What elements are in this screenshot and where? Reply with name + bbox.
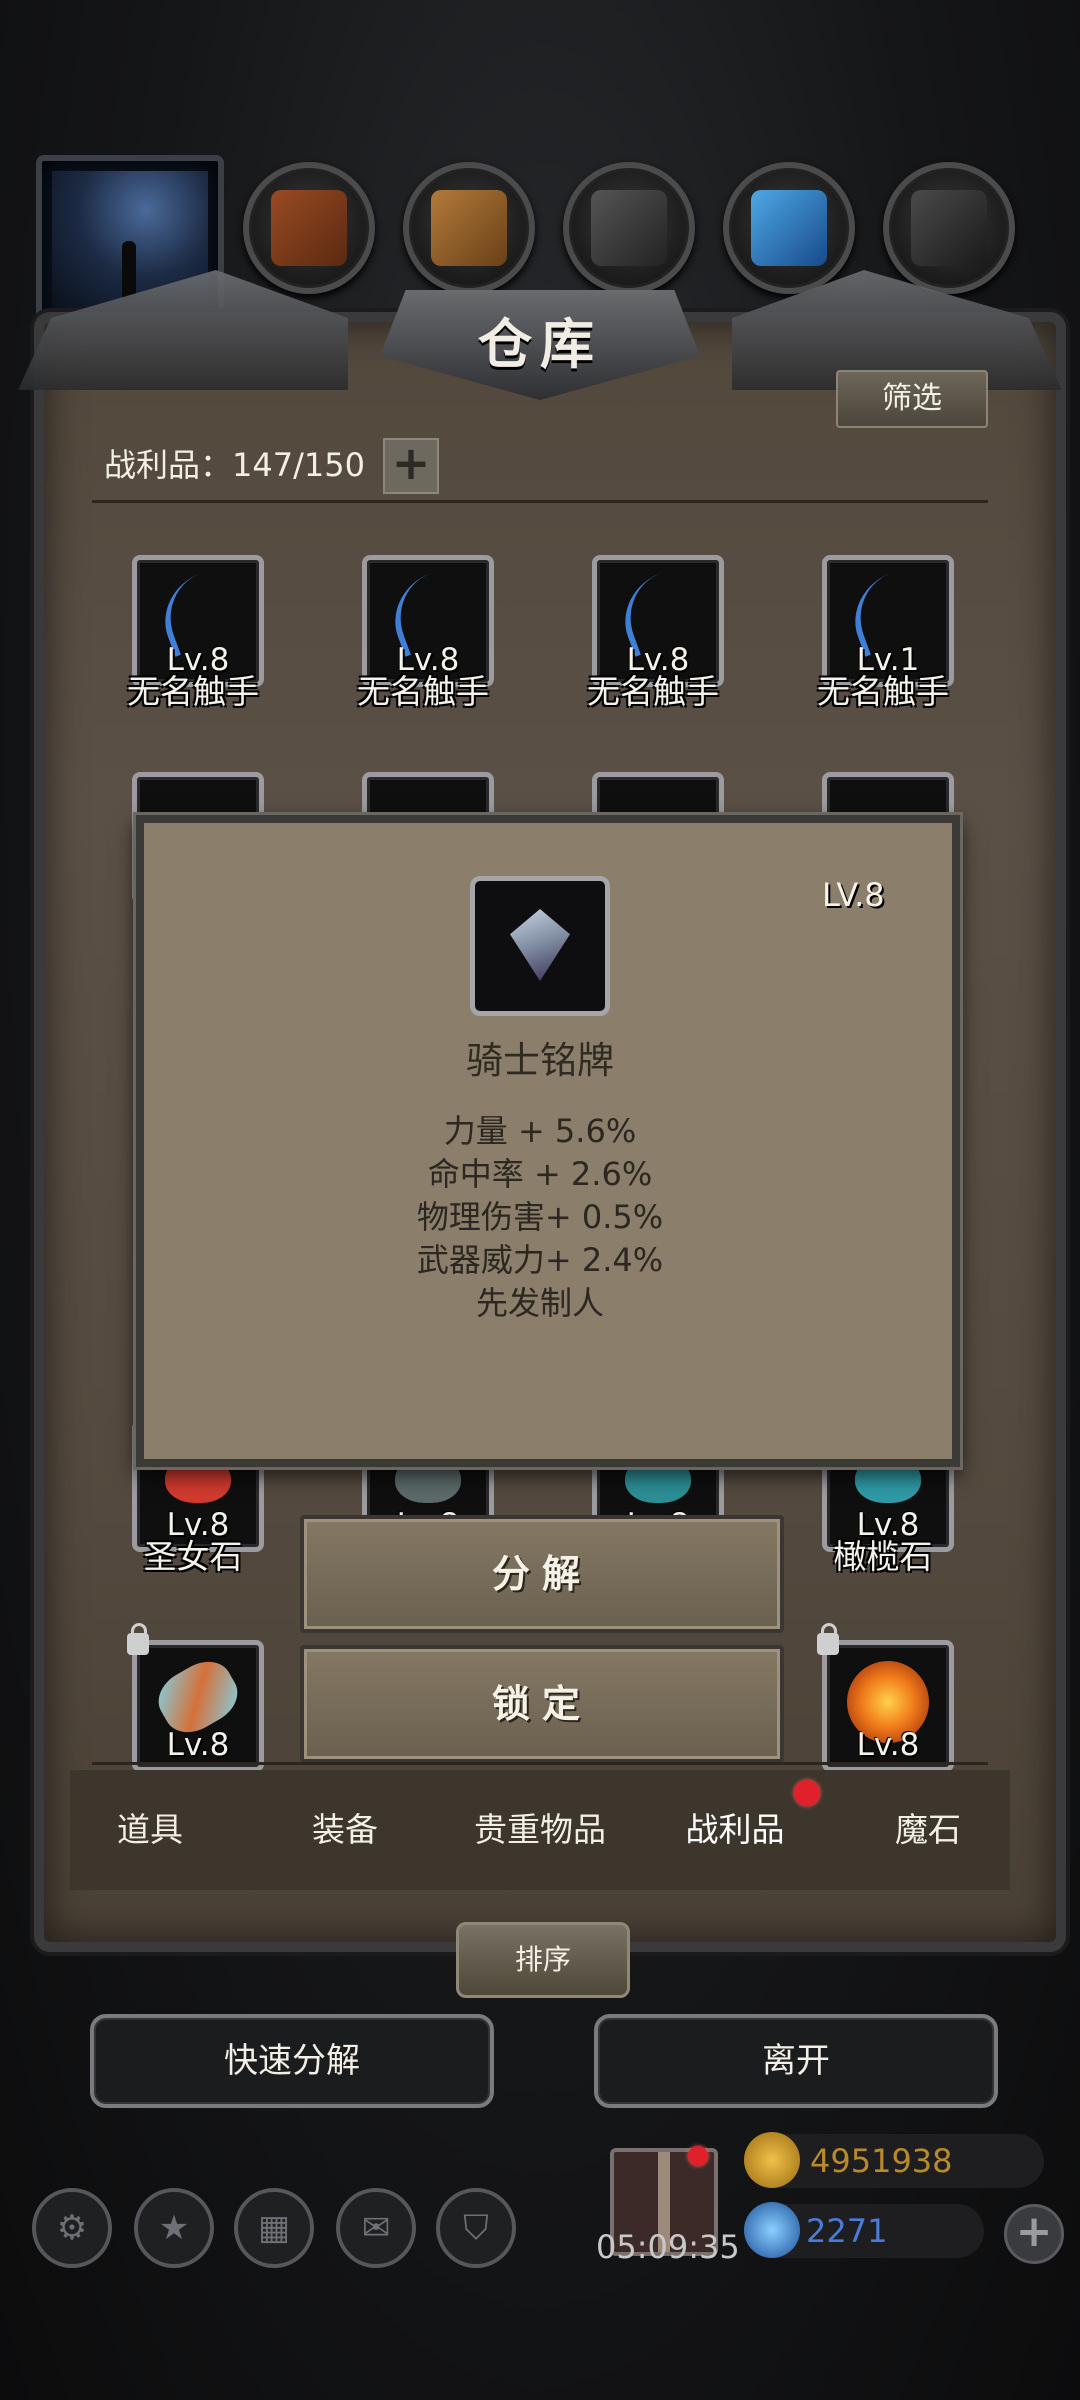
- tooltip-stat: 物理伤害+ 0.5%: [416, 1198, 664, 1236]
- notification-dot: [794, 1780, 820, 1806]
- lock-button[interactable]: 锁定: [300, 1645, 784, 1763]
- star-icon[interactable]: ★: [134, 2188, 214, 2268]
- map-icon[interactable]: ▦: [234, 2188, 314, 2268]
- resource-icon-iron[interactable]: [883, 162, 1015, 294]
- quick-decompose-button[interactable]: 快速分解: [90, 2014, 494, 2108]
- resource-icon-stone[interactable]: [563, 162, 695, 294]
- gear-icon[interactable]: ⚙: [32, 2188, 112, 2268]
- gem-amount: 2271: [806, 2212, 888, 2250]
- loot-capacity: 战利品：147/150: [104, 446, 365, 484]
- gift-notification-dot: [688, 2146, 708, 2166]
- item-slot[interactable]: Lv.8: [817, 1623, 954, 1772]
- tab-valuables[interactable]: 贵重物品: [450, 1790, 630, 1870]
- gold-coin-icon: [744, 2132, 800, 2188]
- leave-button[interactable]: 离开: [594, 2014, 998, 2108]
- gold-amount: 4951938: [810, 2142, 953, 2180]
- resource-icon-wood[interactable]: [403, 162, 535, 294]
- knight-emblem-icon: [510, 909, 570, 981]
- expand-capacity-button[interactable]: +: [383, 438, 439, 494]
- divider-bottom: [92, 1762, 988, 1765]
- item-name: 无名触手: [357, 672, 489, 711]
- shop-icon[interactable]: ⛉: [436, 2188, 516, 2268]
- divider-top: [92, 500, 988, 503]
- tab-magic-stone[interactable]: 魔石: [838, 1790, 1018, 1870]
- tooltip-stat: 先发制人: [475, 1284, 604, 1322]
- resource-icon-meat[interactable]: [243, 162, 375, 294]
- resource-icon-crystal[interactable]: [723, 162, 855, 294]
- item-name: 圣女石: [143, 1537, 243, 1576]
- item-name: 无名触手: [587, 672, 719, 711]
- filter-button[interactable]: 筛选: [836, 370, 988, 428]
- tab-items[interactable]: 道具: [60, 1790, 240, 1870]
- lock-icon: [127, 1623, 149, 1655]
- add-currency-button[interactable]: +: [1004, 2204, 1064, 2264]
- gift-timer: 05:09:35: [596, 2228, 740, 2266]
- tab-equipment[interactable]: 装备: [255, 1790, 435, 1870]
- blue-gem-icon: [744, 2202, 800, 2258]
- avatar-figure: [122, 241, 136, 301]
- item-level: Lv.8: [856, 1727, 920, 1763]
- page-title: 仓库: [478, 313, 602, 376]
- tooltip-item-icon: [470, 876, 610, 1016]
- item-slot[interactable]: Lv.8: [127, 1623, 264, 1772]
- tooltip-stat: 力量 + 5.6%: [443, 1112, 637, 1150]
- tooltip-stat: 武器威力+ 2.4%: [416, 1241, 664, 1279]
- tooltip-item-name: 骑士铭牌: [466, 1039, 614, 1082]
- item-name: 无名触手: [127, 672, 259, 711]
- lock-icon: [817, 1623, 839, 1655]
- tooltip-level: LV.8: [822, 876, 885, 914]
- item-name: 橄榄石: [833, 1537, 933, 1576]
- sort-button[interactable]: 排序: [456, 1922, 630, 1998]
- item-name: 无名触手: [817, 672, 949, 711]
- tooltip-stat: 命中率 + 2.6%: [427, 1155, 653, 1193]
- item-level: Lv.8: [166, 1727, 230, 1763]
- mail-icon[interactable]: ✉: [336, 2188, 416, 2268]
- decompose-button[interactable]: 分解: [300, 1515, 784, 1633]
